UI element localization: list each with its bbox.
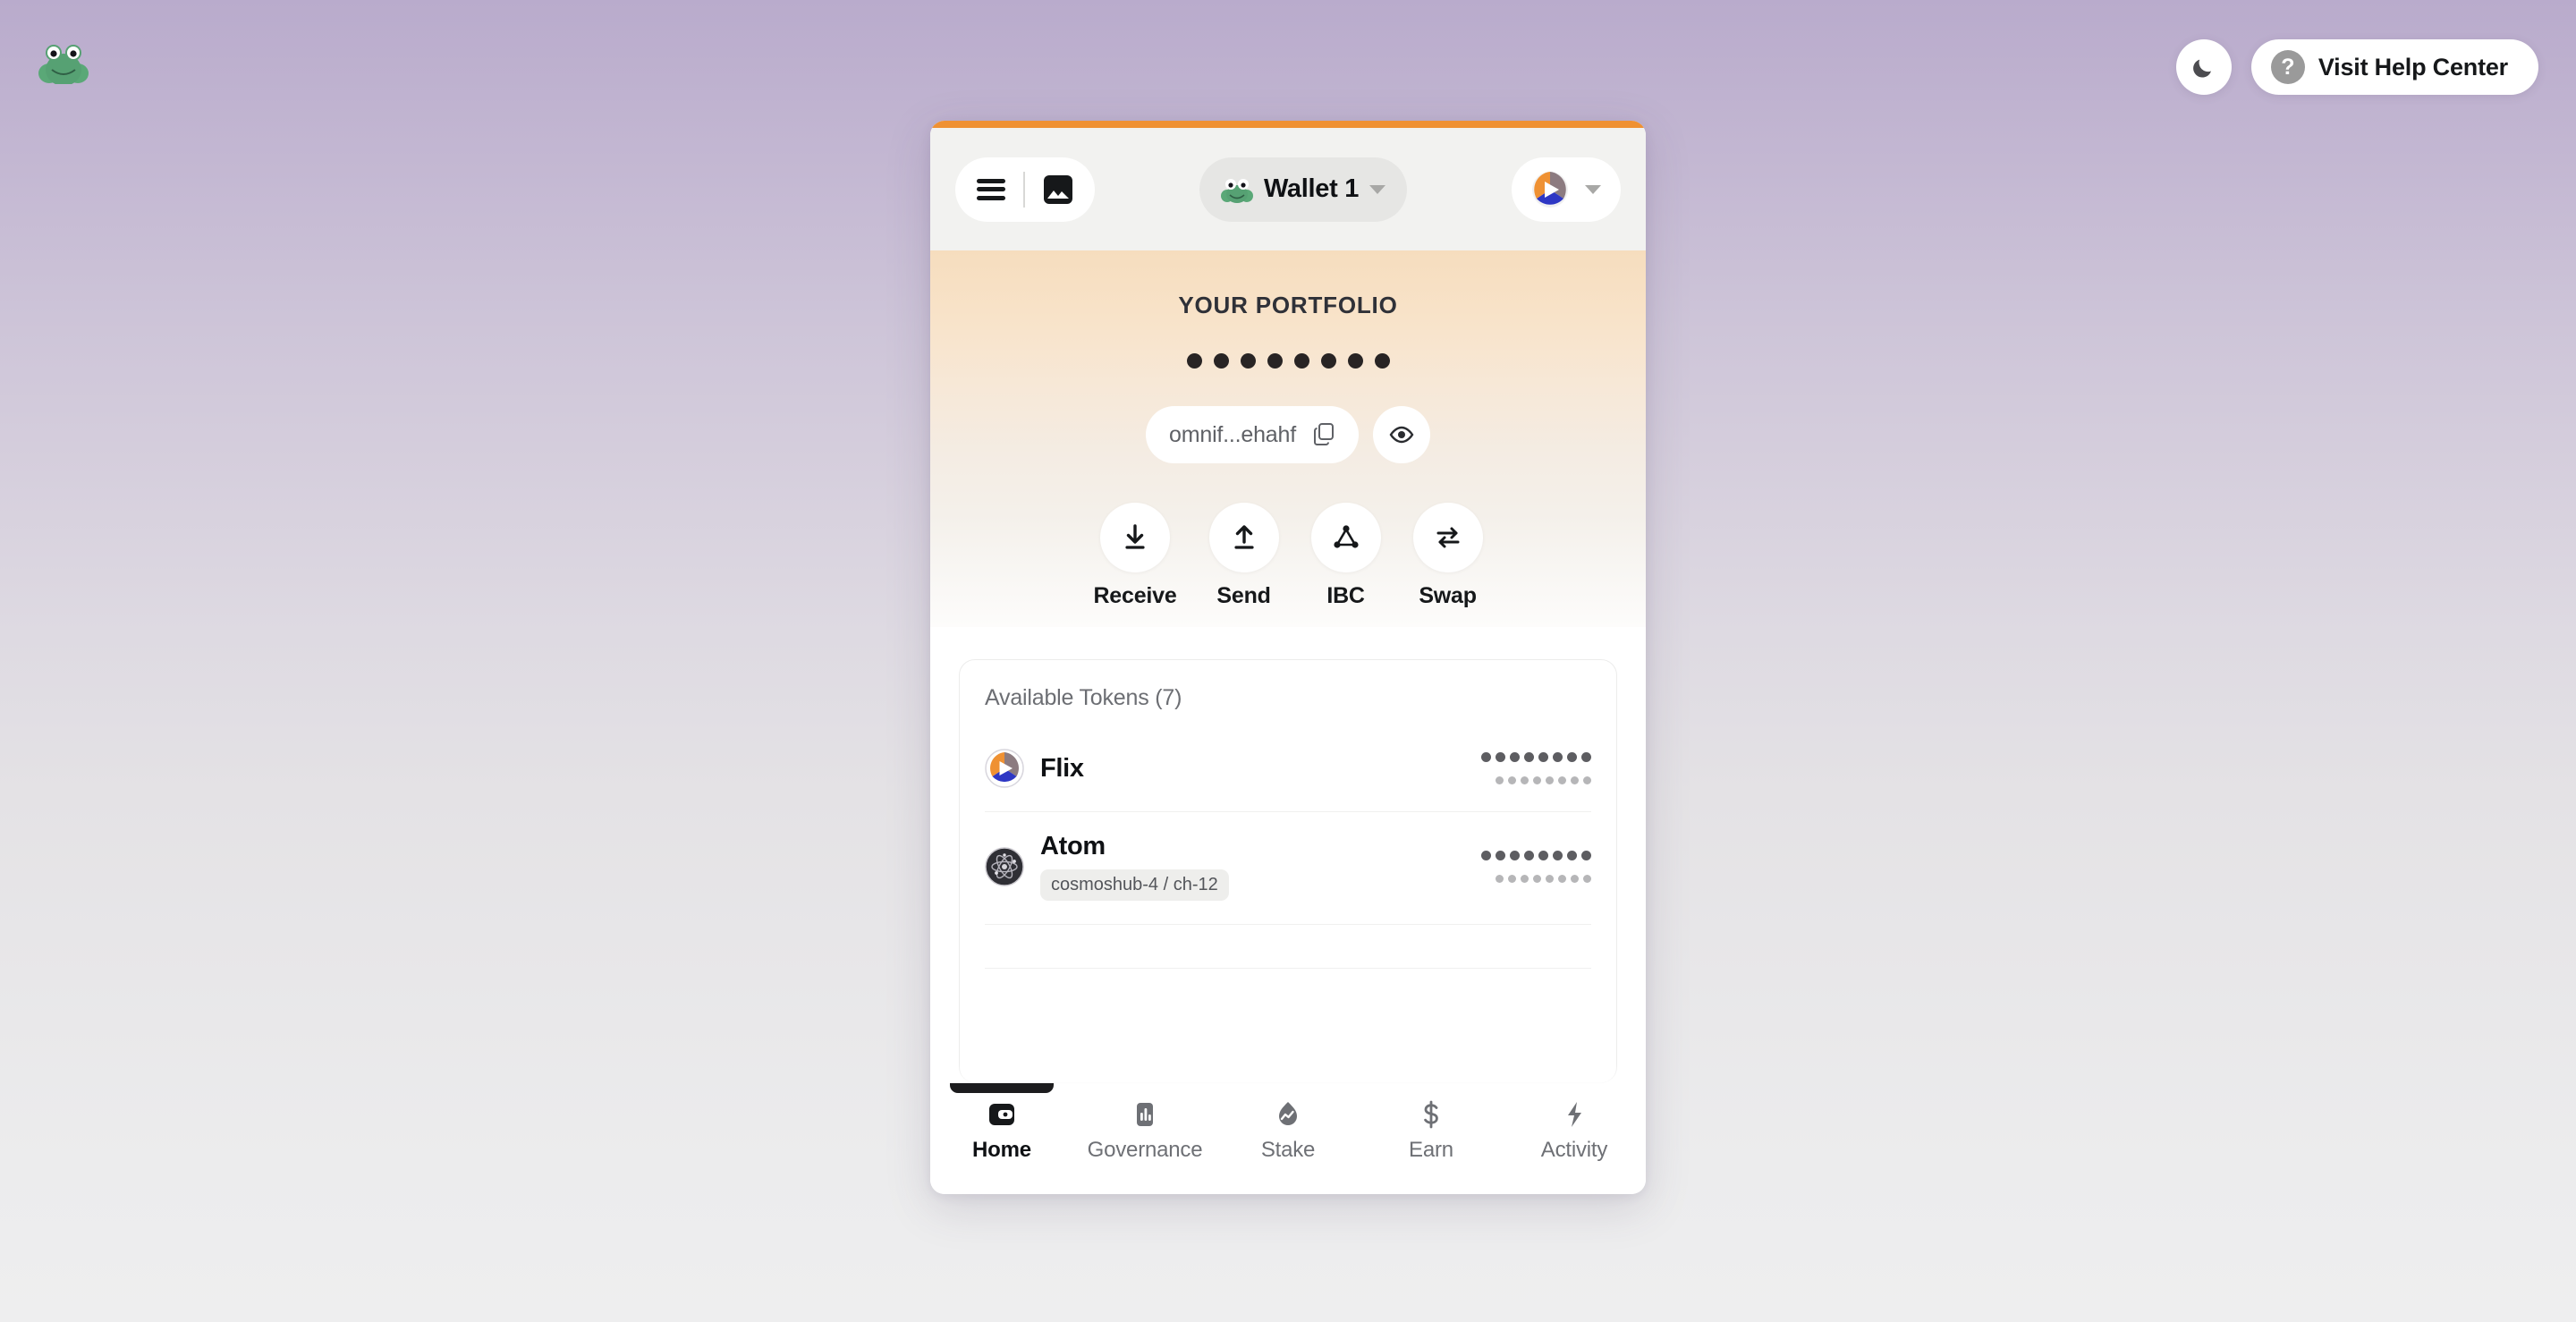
ibc-label: IBC (1326, 583, 1365, 608)
nav-item-governance[interactable]: Governance (1078, 1099, 1212, 1163)
frog-avatar-icon (1220, 176, 1253, 203)
hamburger-menu-icon[interactable] (977, 178, 1005, 200)
nav-item-stake[interactable]: Stake (1221, 1099, 1355, 1163)
bottom-navigation: Home Governance Stake Earn Activity (930, 1083, 1646, 1194)
moon-icon (2192, 59, 2211, 78)
token-list-region: Available Tokens (7) Flix Atom cosmoshub… (930, 627, 1646, 1083)
token-balance (1481, 752, 1591, 784)
menu-and-nft-pill[interactable] (955, 157, 1095, 222)
flix-logo-icon (985, 749, 1024, 788)
bar-chart-icon (1130, 1099, 1160, 1130)
pill-divider (1023, 171, 1025, 208)
token-name: Flix (1040, 753, 1084, 783)
receive-label: Receive (1093, 583, 1177, 608)
ibc-nodes-icon (1310, 503, 1381, 572)
chain-selector[interactable] (1511, 157, 1621, 222)
swap-button[interactable]: Swap (1412, 503, 1483, 609)
wallet-window: Wallet 1 YOUR PORTFOLIO omnif...ehahf Re… (930, 121, 1646, 1194)
copy-address-button[interactable]: omnif...ehahf (1146, 406, 1359, 463)
send-label: Send (1216, 583, 1271, 608)
receive-button[interactable]: Receive (1093, 503, 1177, 609)
stake-chart-icon (1273, 1099, 1303, 1130)
portfolio-section: YOUR PORTFOLIO omnif...ehahf Receive Sen… (930, 250, 1646, 627)
visit-help-center-button[interactable]: ? Visit Help Center (2250, 39, 2538, 95)
question-mark-icon: ? (2270, 50, 2305, 84)
nav-label-governance: Governance (1087, 1138, 1203, 1162)
address-row: omnif...ehahf (1146, 406, 1430, 463)
hidden-token-fiat-value (1496, 776, 1591, 784)
nav-label-stake: Stake (1260, 1138, 1316, 1162)
page-title: YOUR PORTFOLIO (1178, 292, 1398, 318)
nav-item-earn[interactable]: Earn (1364, 1099, 1498, 1163)
swap-arrows-icon (1412, 503, 1483, 572)
toggle-balance-visibility-button[interactable] (1372, 406, 1430, 463)
hidden-token-amount (1481, 752, 1591, 762)
hidden-token-amount (1481, 850, 1591, 860)
frog-logo-icon (38, 38, 89, 86)
nav-item-activity[interactable]: Activity (1507, 1099, 1641, 1163)
table-row[interactable] (985, 925, 1591, 969)
eye-icon (1389, 426, 1414, 444)
nav-label-activity: Activity (1540, 1138, 1608, 1162)
available-tokens-card: Available Tokens (7) Flix Atom cosmoshub… (959, 659, 1617, 1083)
token-identity: Atom cosmoshub-4 / ch-12 (985, 832, 1229, 901)
wallet-icon (987, 1099, 1017, 1130)
image-gallery-icon[interactable] (1043, 174, 1073, 205)
active-tab-indicator (950, 1083, 1054, 1093)
wallet-header: Wallet 1 (930, 128, 1646, 250)
ibc-button[interactable]: IBC (1310, 503, 1381, 609)
upload-arrow-icon (1208, 503, 1279, 572)
wallet-name-label: Wallet 1 (1263, 174, 1360, 203)
table-row[interactable]: Flix (985, 729, 1591, 812)
help-center-label: Visit Help Center (2318, 53, 2508, 81)
hidden-balance-dots (1186, 353, 1390, 369)
flix-logo-icon (1531, 171, 1569, 208)
send-button[interactable]: Send (1208, 503, 1279, 609)
page-topbar: ? Visit Help Center (0, 0, 2576, 134)
chevron-down-icon (1584, 184, 1601, 194)
atom-logo-icon (985, 846, 1024, 886)
chevron-down-icon (1369, 184, 1386, 194)
swap-label: Swap (1419, 583, 1477, 608)
nav-label-home: Home (972, 1138, 1031, 1162)
copy-icon[interactable] (1312, 422, 1335, 448)
token-name: Atom (1040, 832, 1106, 860)
dark-mode-toggle[interactable] (2175, 39, 2232, 95)
wallet-selector[interactable]: Wallet 1 (1199, 157, 1408, 222)
token-info: Flix (1040, 754, 1084, 784)
hidden-token-fiat-value (1496, 874, 1591, 883)
download-arrow-icon (1100, 503, 1170, 572)
nav-item-home[interactable]: Home (935, 1083, 1069, 1163)
dollar-sign-icon (1416, 1099, 1446, 1130)
quick-actions: Receive Send IBC Swap (1093, 503, 1483, 609)
available-tokens-title: Available Tokens (7) (985, 685, 1182, 710)
token-identity: Flix (985, 749, 1084, 788)
token-balance (1481, 850, 1591, 883)
table-row[interactable]: Atom cosmoshub-4 / ch-12 (985, 812, 1591, 925)
token-info: Atom cosmoshub-4 / ch-12 (1040, 832, 1229, 901)
wallet-address-label: omnif...ehahf (1169, 421, 1296, 447)
topbar-actions: ? Visit Help Center (2175, 39, 2538, 95)
chain-badge: cosmoshub-4 / ch-12 (1040, 869, 1229, 901)
lightning-bolt-icon (1559, 1099, 1589, 1130)
nav-label-earn: Earn (1409, 1138, 1453, 1162)
